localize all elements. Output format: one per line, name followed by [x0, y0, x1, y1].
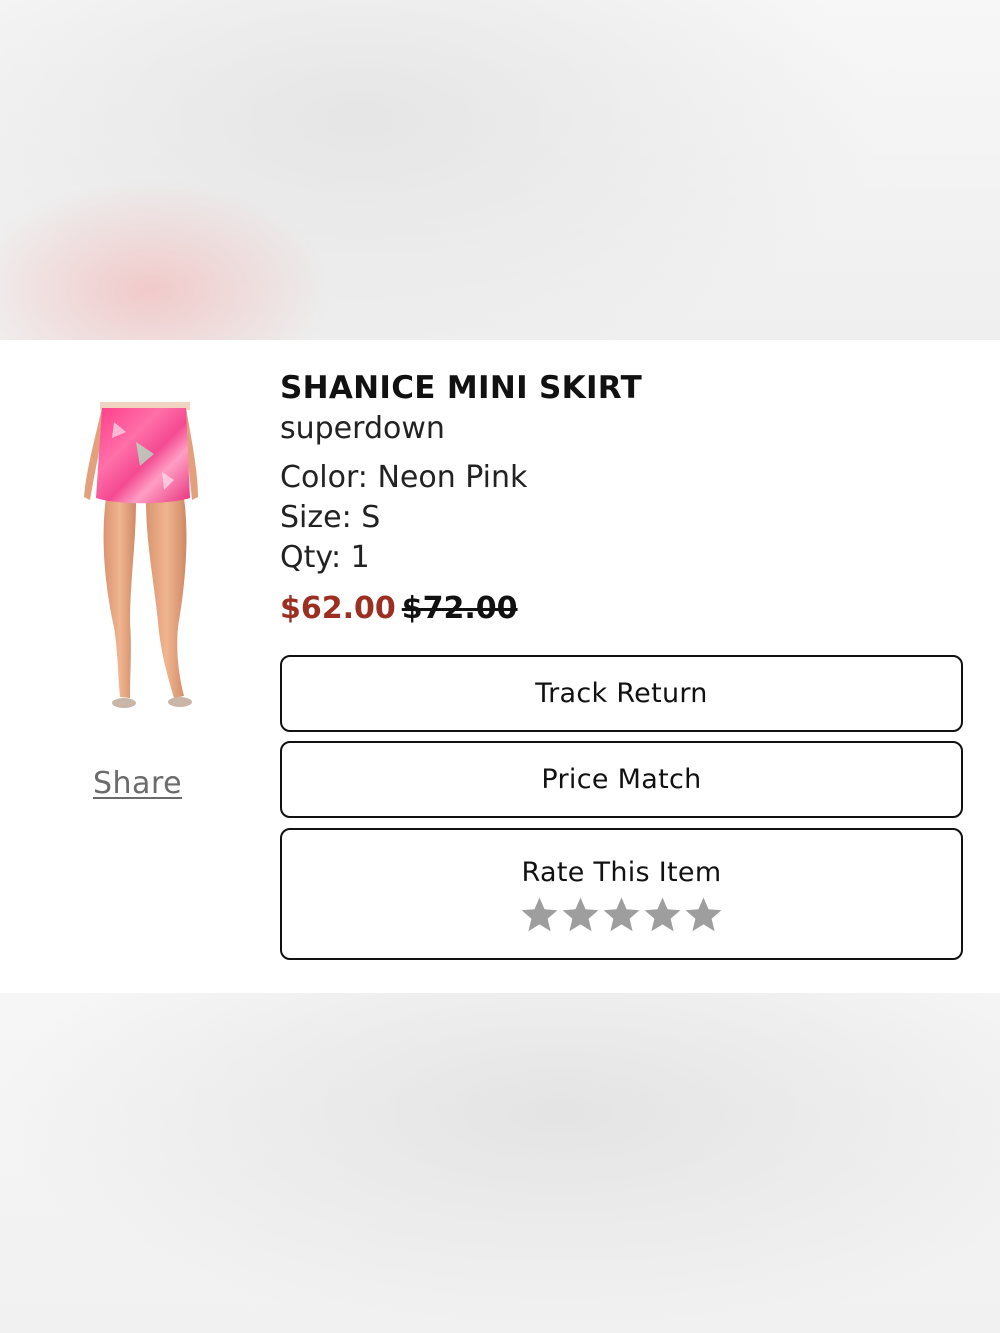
product-image[interactable] — [74, 402, 204, 714]
star-icon-4[interactable] — [643, 895, 682, 934]
share-link[interactable]: Share — [93, 766, 182, 801]
product-info: SHANICE MINI SKIRT superdown Color: Neon… — [280, 368, 970, 629]
star-icon-1[interactable] — [520, 895, 559, 934]
star-icon-2[interactable] — [561, 895, 600, 934]
rate-item-box: Rate This Item — [280, 828, 963, 960]
star-icon-3[interactable] — [602, 895, 641, 934]
sale-price: $62.00 — [280, 591, 396, 626]
product-color: Color: Neon Pink — [280, 460, 528, 495]
product-qty: Qty: 1 — [280, 540, 370, 575]
product-title[interactable]: SHANICE MINI SKIRT — [280, 368, 970, 408]
blurred-background-bottom — [0, 993, 1000, 1333]
original-price: $72.00 — [401, 591, 518, 626]
price-row: $62.00 $72.00 — [280, 589, 970, 629]
product-brand[interactable]: superdown — [280, 409, 970, 449]
order-item-card: Share SHANICE MINI SKIRT superdown Color… — [0, 340, 1000, 993]
track-return-button[interactable]: Track Return — [280, 655, 963, 732]
price-match-button[interactable]: Price Match — [280, 741, 963, 818]
star-rating — [282, 895, 961, 934]
rate-item-label: Rate This Item — [521, 857, 722, 888]
product-size: Size: S — [280, 500, 381, 535]
star-icon-5[interactable] — [684, 895, 723, 934]
blurred-background-top — [0, 0, 1000, 340]
